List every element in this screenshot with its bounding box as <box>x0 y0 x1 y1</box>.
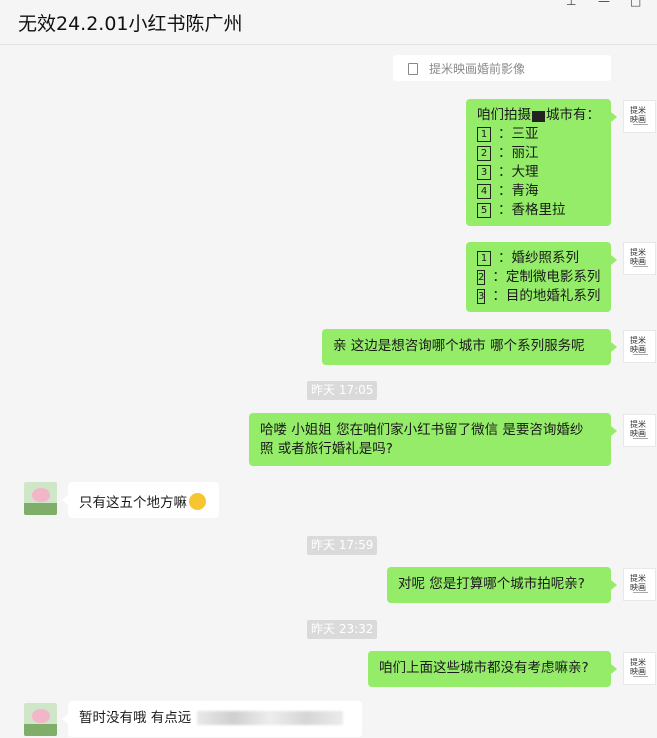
message-text: 暂时没有哦 有点远 <box>79 710 192 726</box>
list-item: 3：目的地婚礼系列 <box>477 288 601 304</box>
blurred-text <box>197 711 344 725</box>
title-bar: 无效24.2.01小红书陈广州 ⊥ — □ <box>0 0 657 45</box>
minimize-icon[interactable]: — <box>598 0 610 8</box>
list-item-text: 三亚 <box>511 126 539 142</box>
message-ask-plan[interactable]: 对呢 您是打算哪个城市拍呢亲? <box>387 567 617 603</box>
self-avatar[interactable]: 提米 映画 <box>623 330 656 363</box>
self-avatar[interactable]: 提米 映画 <box>623 414 656 447</box>
list-item-text: 香格里拉 <box>511 202 566 218</box>
number-badge: 2 <box>477 270 486 285</box>
number-badge: 3 <box>477 165 491 180</box>
list-item: 4：青海 <box>477 182 600 201</box>
document-icon <box>408 63 418 75</box>
self-avatar[interactable]: 提米 映画 <box>623 242 656 275</box>
message-reply-2[interactable]: 暂时没有哦 有点远 <box>62 701 362 737</box>
chat-title: 无效24.2.01小红书陈广州 <box>18 13 243 35</box>
avatar-logo: 提米 映画 <box>630 658 646 676</box>
avatar-logo: 提米 映画 <box>630 248 646 266</box>
number-badge: 1 <box>477 127 491 142</box>
avatar-logo: 提米 映画 <box>630 420 646 438</box>
list-item: 2：定制微电影系列 <box>477 269 601 285</box>
message-line: 照 或者旅行婚礼是吗? <box>260 441 393 457</box>
number-badge: 5 <box>477 203 491 218</box>
list-item: 1：婚纱照系列 <box>477 249 600 268</box>
list-item-text: 婚纱照系列 <box>511 250 580 266</box>
timestamp: 昨天 23:32 <box>307 620 378 639</box>
avatar-logo: 提米 映画 <box>630 336 646 354</box>
self-avatar[interactable]: 提米 映画 <box>623 568 656 601</box>
message-text: 咱们拍摄 <box>477 107 531 123</box>
number-badge: 2 <box>477 146 491 161</box>
message-series[interactable]: 1：婚纱照系列 2：定制微电影系列 3：目的地婚礼系列 <box>466 242 617 312</box>
message-line: 咱们拍摄 城市有： <box>477 106 600 125</box>
list-item: 2：丽江 <box>477 144 600 163</box>
message-text: 只有这五个地方嘛 <box>79 495 187 511</box>
number-badge: 4 <box>477 184 491 199</box>
avatar-logo: 提米 映画 <box>630 574 646 592</box>
avatar-logo: 提米 映画 <box>630 106 646 124</box>
timestamp: 昨天 17:59 <box>307 536 378 555</box>
clapper-board-icon <box>532 111 545 122</box>
timestamp: 昨天 17:05 <box>307 381 378 400</box>
link-card-text: 提米映画婚前影像 <box>429 62 526 76</box>
self-avatar[interactable]: 提米 映画 <box>623 100 656 133</box>
number-badge: 3 <box>477 289 486 304</box>
list-item: 5：香格里拉 <box>477 201 600 220</box>
message-cities[interactable]: 咱们拍摄 城市有： 1：三亚 2：丽江 3：大理 4：青海 5：香格里拉 <box>466 99 617 226</box>
chat-area[interactable]: 提米映画婚前影像 咱们拍摄 城市有： 1：三亚 2：丽江 3：大理 4：青海 5… <box>0 45 657 738</box>
number-badge: 1 <box>477 251 491 266</box>
list-item-text: 定制微电影系列 <box>505 269 601 285</box>
self-avatar[interactable]: 提米 映画 <box>623 652 656 685</box>
list-item-text: 目的地婚礼系列 <box>505 288 601 304</box>
maximize-icon[interactable]: □ <box>630 0 641 8</box>
message-ask-none[interactable]: 咱们上面这些城市都没有考虑嘛亲? <box>368 651 617 687</box>
list-item: 3：大理 <box>477 163 600 182</box>
message-greeting[interactable]: 哈喽 小姐姐 您在咱们家小红书留了微信 是要咨询婚纱 照 或者旅行婚礼是吗? <box>249 413 617 466</box>
contact-avatar[interactable] <box>24 703 57 736</box>
message-line: 哈喽 小姐姐 您在咱们家小红书留了微信 是要咨询婚纱 <box>260 422 584 438</box>
message-ask-city[interactable]: 亲 这边是想咨询哪个城市 哪个系列服务呢 <box>322 329 617 365</box>
message-text: 城市有： <box>546 107 600 123</box>
pin-icon[interactable]: ⊥ <box>566 0 576 8</box>
list-item-text: 大理 <box>511 164 539 180</box>
link-card[interactable]: 提米映画婚前影像 <box>393 55 611 81</box>
message-reply-1[interactable]: 只有这五个地方嘛 <box>62 482 219 518</box>
list-item-text: 青海 <box>511 183 539 199</box>
list-item-text: 丽江 <box>511 145 539 161</box>
list-item: 1：三亚 <box>477 125 600 144</box>
contact-avatar[interactable] <box>24 482 57 515</box>
laughing-emoji-icon <box>189 493 206 510</box>
